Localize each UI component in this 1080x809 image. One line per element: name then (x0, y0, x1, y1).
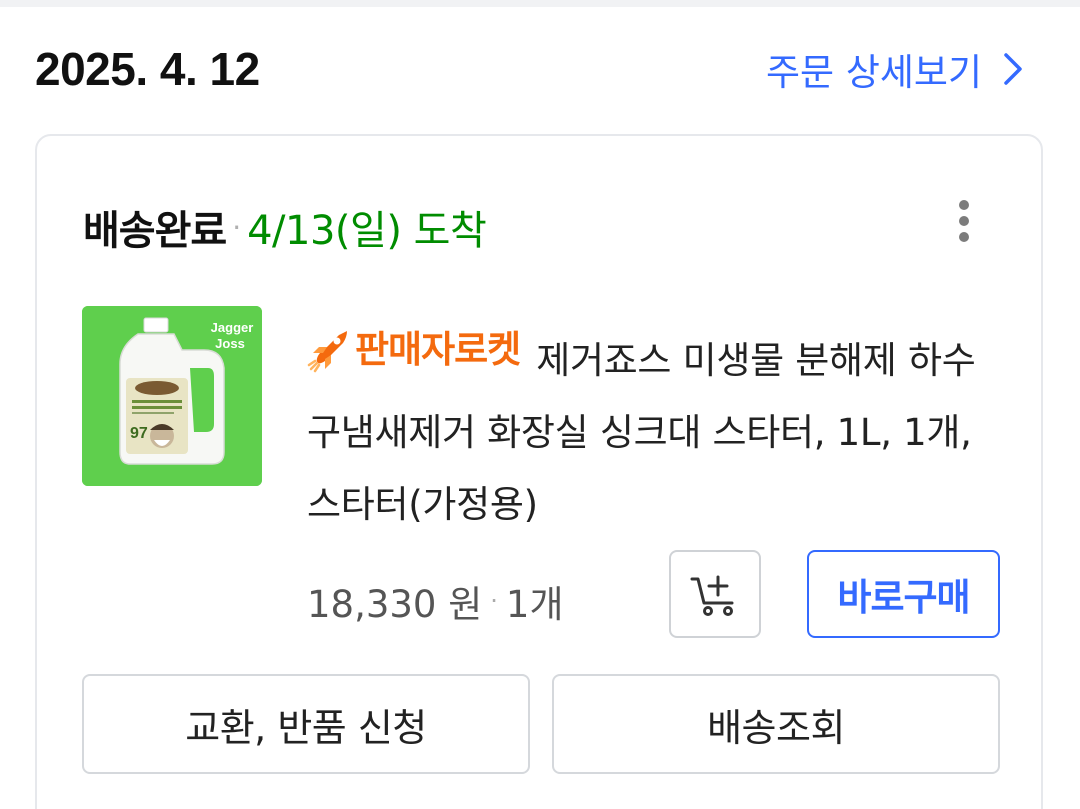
seller-rocket-label: 판매자로켓 (355, 328, 521, 371)
product-thumbnail[interactable]: 97 Jagger Joss (82, 306, 262, 486)
chevron-right-icon (1004, 53, 1022, 85)
order-date: 2025. 4. 12 (35, 43, 260, 95)
svg-text:Jagger: Jagger (211, 320, 254, 335)
product-title[interactable]: 판매자로켓 제거죠스 미생물 분해제 하수구냄새제거 화장실 싱크대 스타터, 1… (307, 314, 1007, 541)
add-to-cart-button[interactable] (669, 550, 761, 638)
svg-text:Joss: Joss (215, 336, 245, 351)
buy-now-button[interactable]: 바로구매 (807, 550, 1000, 638)
order-detail-link-label: 주문 상세보기 (765, 51, 982, 94)
more-dot-1 (959, 200, 969, 210)
price-separator: · (490, 587, 498, 615)
top-divider (0, 0, 1080, 7)
product-quantity: 1개 (505, 583, 564, 626)
order-card: 배송완료 · 4/13(일) 도착 97 Jagger Joss 판매자로켓 제… (35, 134, 1043, 809)
order-detail-link[interactable]: 주문 상세보기 (766, 42, 1028, 96)
more-dot-2 (959, 216, 969, 226)
delivery-status-row: 배송완료 · 4/13(일) 도착 (83, 198, 487, 256)
seller-rocket-badge: 판매자로켓 (307, 314, 521, 386)
more-options-icon[interactable] (957, 196, 971, 246)
exchange-return-button[interactable]: 교환, 반품 신청 (82, 674, 530, 774)
more-dot-3 (959, 232, 969, 242)
product-price: 18,330 원 (307, 583, 483, 626)
add-to-cart-icon (690, 575, 734, 616)
svg-text:97: 97 (130, 425, 148, 442)
price-row: 18,330 원 · 1개 (307, 574, 564, 628)
status-separator: · (232, 210, 242, 244)
delivery-status: 배송완료 (83, 208, 227, 254)
track-delivery-button[interactable]: 배송조회 (552, 674, 1000, 774)
product-bottle-image: 97 Jagger Joss (82, 306, 262, 486)
arrival-date: 4/13(일) 도착 (247, 208, 487, 254)
order-history-page: 2025. 4. 12 주문 상세보기 배송완료 · 4/13(일) 도착 97… (0, 0, 1080, 809)
rocket-icon (307, 331, 347, 373)
